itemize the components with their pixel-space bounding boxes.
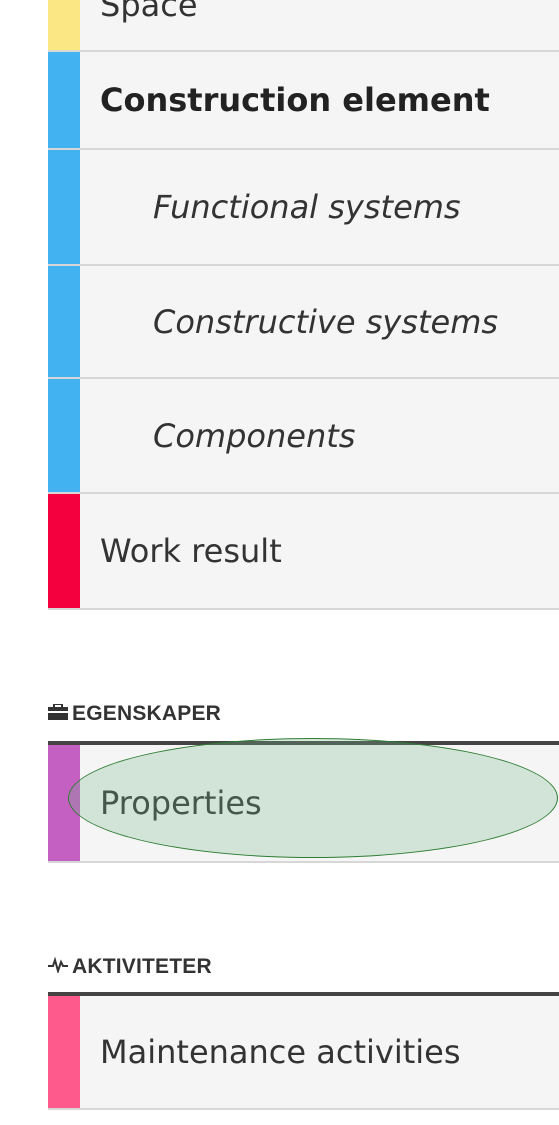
list-item-label: Construction element <box>100 81 490 119</box>
list-item-space[interactable]: Space <box>48 0 559 52</box>
section-title: EGENSKAPER <box>72 702 222 725</box>
list-item-label: Work result <box>100 532 282 570</box>
color-bar <box>48 494 80 608</box>
section-header-aktiviteter: AKTIVITETER <box>48 955 559 979</box>
list-item-construction-element[interactable]: Construction element <box>48 52 559 150</box>
color-bar <box>48 996 80 1108</box>
briefcase-icon <box>48 702 68 726</box>
activity-icon <box>48 955 68 979</box>
list-item-label: Functional systems <box>153 188 461 226</box>
list-item-label: Constructive systems <box>153 302 499 341</box>
section-header-egenskaper: EGENSKAPER <box>48 702 559 726</box>
color-bar <box>48 52 80 148</box>
list-item-label: Maintenance activities <box>100 1033 461 1071</box>
list-item-maintenance-activities[interactable]: Maintenance activities <box>48 996 559 1110</box>
list-item-functional-systems[interactable]: Functional systems <box>48 150 559 266</box>
list-item-constructive-systems[interactable]: Constructive systems <box>48 266 559 379</box>
section-title: AKTIVITETER <box>72 955 212 978</box>
list-item-work-result[interactable]: Work result <box>48 494 559 610</box>
list-item-label: Space <box>100 0 198 24</box>
list-item-label: Components <box>153 416 356 455</box>
color-bar <box>48 0 80 50</box>
list-item-components[interactable]: Components <box>48 379 559 494</box>
color-bar <box>48 379 80 492</box>
list-item-properties[interactable]: Properties <box>48 745 559 863</box>
color-bar <box>48 745 80 861</box>
color-bar <box>48 150 80 264</box>
color-bar <box>48 266 80 377</box>
sidebar-panel: Space Construction element Functional sy… <box>0 0 559 1125</box>
list-item-label: Properties <box>100 784 262 822</box>
